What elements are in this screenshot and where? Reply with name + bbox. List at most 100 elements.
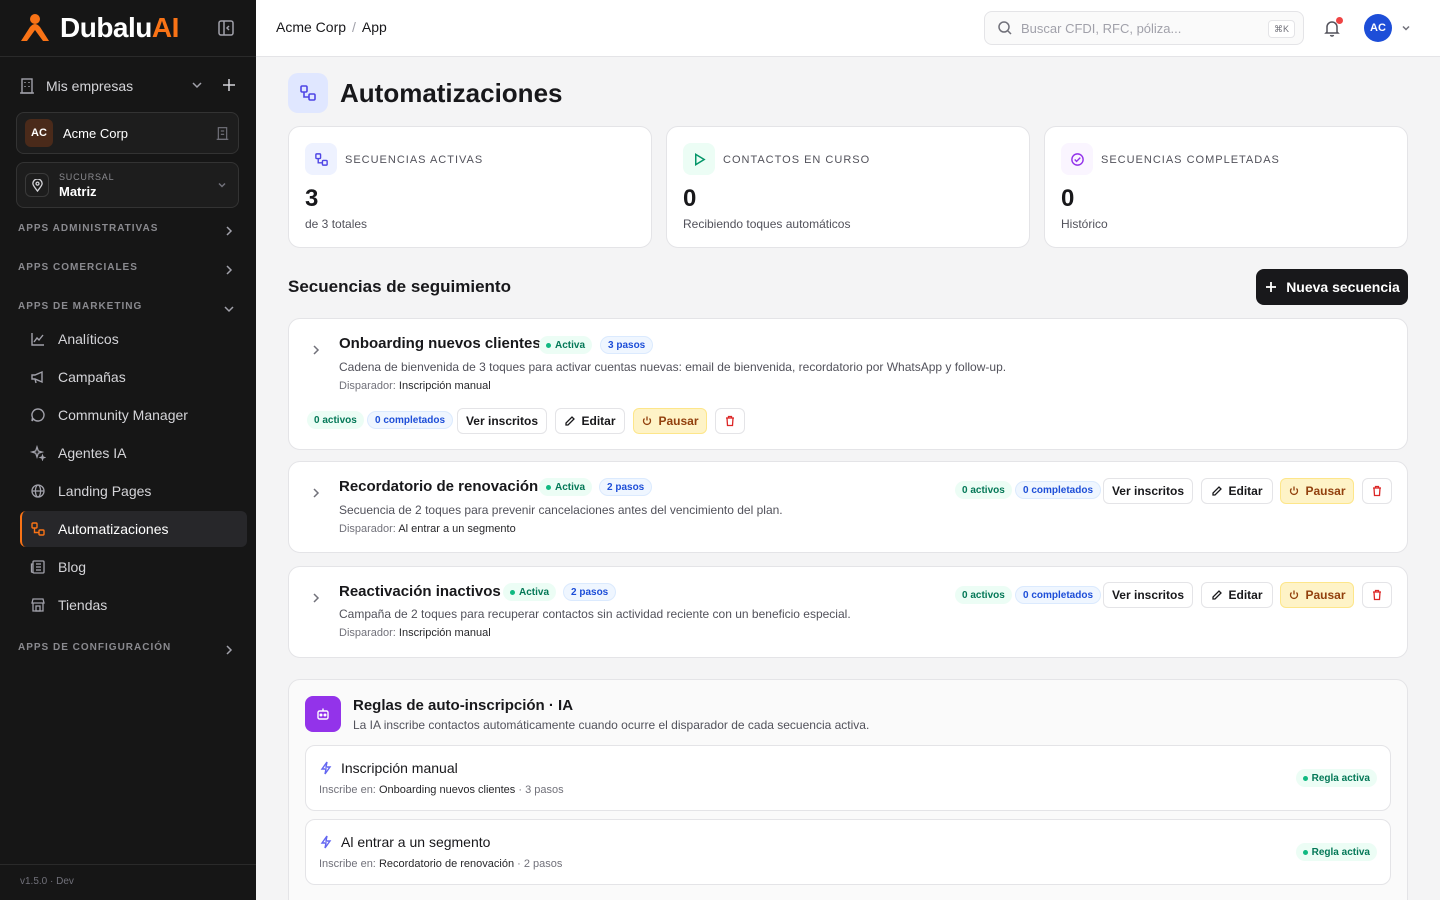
sidebar-item-label: Blog [58,559,87,575]
section-apps-admin[interactable]: APPS ADMINISTRATIVAS [18,223,238,239]
pause-button[interactable]: Pausar [1280,582,1354,608]
stat-sub: Recibiendo toques automáticos [683,217,851,231]
rule-name: Al entrar a un segmento [341,834,491,850]
sidebar-item-automatizaciones[interactable]: Automatizaciones [20,511,247,547]
power-icon [641,415,653,427]
add-company-icon[interactable] [220,76,238,94]
chevron-down-icon[interactable] [190,78,204,92]
section-apps-configuracion[interactable]: APPS DE CONFIGURACIÓN [18,642,238,658]
dubalu-logo-icon [21,14,49,41]
status-badge: Activa [539,336,593,354]
completed-count-badge: 0 completados [1015,586,1102,604]
check-circle-icon [1061,143,1093,175]
megaphone-icon [30,369,46,385]
breadcrumb-company[interactable]: Acme Corp [276,19,346,35]
chevron-right-icon[interactable] [309,343,323,357]
chevron-right-icon [222,263,236,277]
sidebar-divider [0,864,256,865]
avatar[interactable]: AC [1364,14,1392,42]
sequence-description: Cadena de bienvenida de 3 toques para ac… [339,360,1007,374]
rules-title: Reglas de auto-inscripción · IA [353,697,574,714]
edit-button[interactable]: Editar [1201,582,1273,608]
status-badge: Activa [539,478,593,496]
pause-button[interactable]: Pausar [1280,478,1354,504]
brand-name: DubaluAI [60,12,179,43]
newspaper-icon [30,559,46,575]
sequence-name: Recordatorio de renovación [339,478,539,495]
view-enrolled-button[interactable]: Ver inscritos [457,408,547,434]
rule-name: Inscripción manual [341,760,458,776]
sequence-trigger: Disparador: Al entrar a un segmento [339,523,516,535]
edit-button[interactable]: Editar [555,408,625,434]
sequence-card[interactable]: Reactivación inactivos Activa 2 pasos Ca… [288,566,1408,658]
sidebar-item-campanas[interactable]: Campañas [20,359,247,395]
view-enrolled-button[interactable]: Ver inscritos [1103,582,1193,608]
companies-selector[interactable]: Mis empresas [18,74,240,98]
new-sequence-button[interactable]: Nueva secuencia [1256,269,1408,305]
status-badge: Activa [503,583,557,601]
search-input[interactable] [1021,20,1261,36]
sidebar-item-label: Analíticos [58,331,119,347]
sidebar-item-agentes-ia[interactable]: Agentes IA [20,435,247,471]
companies-label: Mis empresas [46,78,134,94]
sidebar-item-tiendas[interactable]: Tiendas [20,587,247,623]
sequence-card[interactable]: Onboarding nuevos clientes Activa 3 paso… [288,318,1408,450]
branch-label: SUCURSAL [59,171,115,182]
notification-dot [1336,17,1343,24]
sidebar-item-label: Automatizaciones [58,521,169,537]
company-name: Acme Corp [63,125,129,141]
pause-button[interactable]: Pausar [633,408,707,434]
power-icon [1288,589,1300,601]
delete-button[interactable] [715,408,745,434]
rule-target: Inscribe en: Onboarding nuevos clientes … [319,784,564,796]
sidebar-item-landing-pages[interactable]: Landing Pages [20,473,247,509]
chevron-down-icon[interactable] [1400,22,1412,34]
edit-button[interactable]: Editar [1201,478,1273,504]
stat-label: SECUENCIAS ACTIVAS [345,154,484,166]
stat-label: SECUENCIAS COMPLETADAS [1101,154,1280,166]
stat-card-active: SECUENCIAS ACTIVAS 3 de 3 totales [288,126,652,248]
section-apps-comerciales[interactable]: APPS COMERCIALES [18,262,238,278]
sequence-card[interactable]: Recordatorio de renovación Activa 2 paso… [288,461,1408,553]
delete-button[interactable] [1362,478,1392,504]
chevron-right-icon [222,224,236,238]
pencil-icon [1211,485,1223,497]
sidebar-item-community-manager[interactable]: Community Manager [20,397,247,433]
topbar: Acme Corp / App ⌘K AC [256,0,1440,57]
globe-icon [30,483,46,499]
branch-selector[interactable]: SUCURSAL Matriz [16,162,239,208]
lightning-icon [319,761,333,775]
breadcrumb-app[interactable]: App [362,19,387,35]
building-icon [215,126,230,141]
rule-card[interactable]: Inscripción manual Inscribe en: Onboardi… [305,745,1391,811]
trash-icon [1371,589,1383,601]
view-enrolled-button[interactable]: Ver inscritos [1103,478,1193,504]
breadcrumb: Acme Corp / App [276,19,387,35]
sidebar-item-label: Tiendas [58,597,108,613]
brand-logo[interactable]: DubaluAI [18,10,179,46]
workflow-icon [288,73,328,113]
section-apps-marketing[interactable]: APPS DE MARKETING [18,301,238,317]
delete-button[interactable] [1362,582,1392,608]
completed-count-badge: 0 completados [367,411,454,429]
sidebar-item-analiticos[interactable]: Analíticos [20,321,247,357]
sidebar-item-blog[interactable]: Blog [20,549,247,585]
chevron-right-icon[interactable] [309,486,323,500]
sidebar-item-label: Agentes IA [58,445,127,461]
chevron-right-icon[interactable] [309,591,323,605]
play-icon [683,143,715,175]
app-version: v1.5.0 · Dev [20,876,74,887]
sidebar-collapse-icon[interactable] [216,18,236,38]
sidebar-item-label: Campañas [58,369,126,385]
search-box[interactable]: ⌘K [984,11,1304,45]
company-avatar: AC [25,119,53,147]
stat-label: CONTACTOS EN CURSO [723,154,871,166]
rule-card[interactable]: Al entrar a un segmento Inscribe en: Rec… [305,819,1391,885]
sequence-trigger: Disparador: Inscripción manual [339,627,491,639]
stat-card-contacts: CONTACTOS EN CURSO 0 Recibiendo toques a… [666,126,1030,248]
company-card[interactable]: AC Acme Corp [16,112,239,154]
breadcrumb-separator: / [352,19,356,35]
stat-value: 0 [1061,185,1075,212]
completed-count-badge: 0 completados [1015,481,1102,499]
building-icon [18,77,36,95]
